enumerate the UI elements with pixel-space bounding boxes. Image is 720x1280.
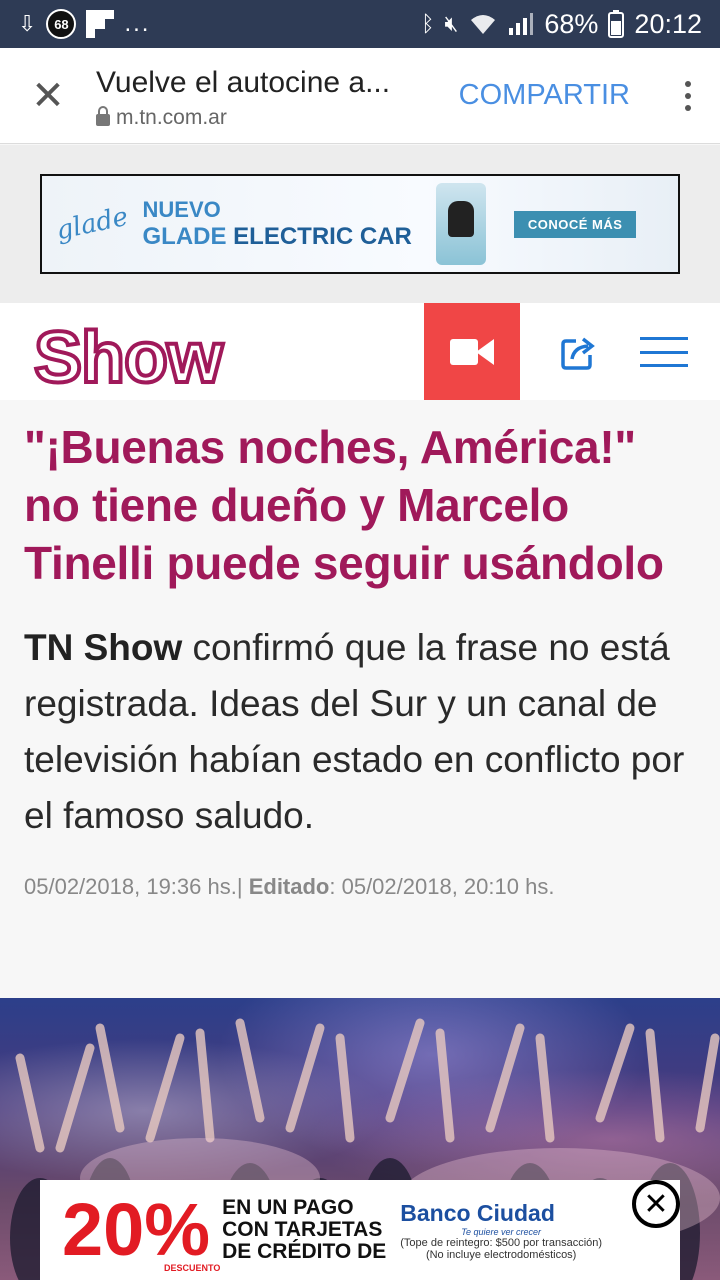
ad-product-image	[435, 183, 486, 265]
bluetooth-icon: ᛒ	[421, 11, 435, 36]
page-title: Vuelve el autocine a...	[96, 65, 391, 99]
url-text: m.tn.com.ar	[116, 105, 227, 129]
article-meta: 05/02/2018, 19:36 hs.| Editado: 05/02/20…	[24, 874, 555, 899]
lock-icon	[96, 105, 110, 126]
more-notifications: ...	[124, 10, 151, 37]
clock: 20:12	[634, 8, 702, 39]
close-icon: ✕	[643, 1187, 669, 1221]
banco-ciudad-ad[interactable]: 20% DESCUENTO EN UN PAGO CON TARJETAS DE…	[40, 1180, 680, 1280]
battery-icon	[608, 10, 625, 38]
video-camera-icon	[450, 337, 494, 367]
show-logo[interactable]: Show	[32, 316, 225, 400]
menu-icon[interactable]	[640, 337, 688, 367]
edited-date: : 05/02/2018, 20:10 hs.	[329, 874, 555, 899]
close-ad-button[interactable]: ✕	[632, 1180, 680, 1228]
ad-headline: NUEVO GLADE ELECTRIC CAR	[142, 197, 412, 250]
battery-percent: 68%	[544, 8, 599, 39]
glade-logo: glade	[53, 201, 131, 247]
share-icon[interactable]	[560, 333, 598, 371]
lede-source: TN Show	[24, 627, 183, 668]
site-header: Show	[0, 303, 720, 400]
more-vert-icon	[685, 80, 691, 87]
bank-logo: Banco Ciudad Te quiere ver crecer (Tope …	[400, 1199, 603, 1261]
discount-percent: 20% DESCUENTO	[62, 1188, 221, 1273]
close-tab-button[interactable]: ✕	[0, 48, 96, 144]
status-bar: ⇩ 68 ... ᛒ 🔇︎ 68% 20:12	[0, 0, 720, 48]
ad-cta-button[interactable]: CONOCÉ MÁS	[513, 210, 637, 238]
mute-icon: 🔇︎	[444, 11, 459, 36]
flipboard-icon	[86, 10, 115, 38]
ad-promo-text: EN UN PAGO CON TARJETAS DE CRÉDITO DE	[222, 1196, 387, 1263]
wifi-icon	[471, 15, 496, 34]
more-options-button[interactable]	[656, 80, 720, 111]
edited-label: Editado	[248, 874, 330, 899]
glade-ad-banner[interactable]: glade NUEVO GLADE ELECTRIC CAR CONOCÉ MÁ…	[40, 174, 680, 274]
article-lede: TN Show confirmó que la frase no está re…	[24, 627, 685, 836]
notification-badge: 68	[46, 9, 77, 39]
custom-tab-toolbar: ✕ Vuelve el autocine a... m.tn.com.ar CO…	[0, 48, 720, 144]
published-date: 05/02/2018, 19:36 hs.	[24, 874, 237, 899]
video-button[interactable]	[424, 303, 520, 400]
ad-zone-top: glade NUEVO GLADE ELECTRIC CAR CONOCÉ MÁ…	[0, 145, 720, 303]
page-url: m.tn.com.ar	[96, 105, 433, 130]
share-button[interactable]: COMPARTIR	[433, 79, 656, 112]
page-title-block: Vuelve el autocine a... m.tn.com.ar	[96, 62, 433, 130]
download-icon: ⇩	[18, 11, 37, 36]
article-headline: "¡Buenas noches, América!" no tiene dueñ…	[24, 421, 664, 589]
article: "¡Buenas noches, América!" no tiene dueñ…	[0, 400, 720, 998]
close-icon: ✕	[31, 73, 65, 118]
signal-icon	[509, 13, 534, 35]
